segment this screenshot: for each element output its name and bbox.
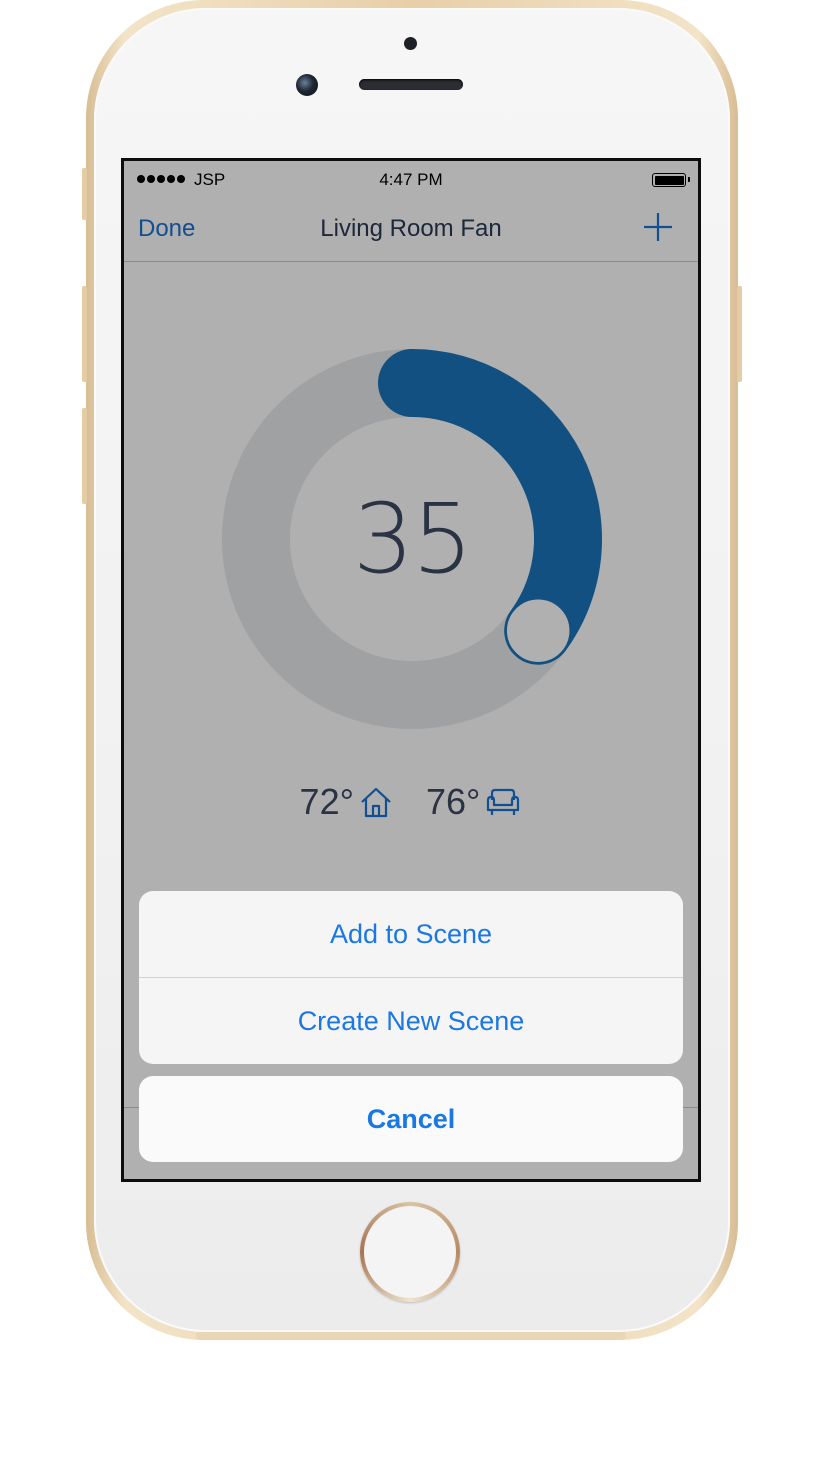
volume-down-button (82, 408, 87, 504)
front-camera (296, 74, 318, 96)
proximity-sensor (404, 37, 417, 50)
home-button[interactable] (360, 1202, 460, 1302)
add-to-scene-button[interactable]: Add to Scene (139, 891, 683, 977)
bottom-edge (196, 1332, 626, 1340)
screen: JSP 4:47 PM Done Living Room Fan 35 72° … (124, 161, 698, 1179)
volume-up-button (82, 286, 87, 382)
create-new-scene-button[interactable]: Create New Scene (139, 978, 683, 1064)
cancel-button[interactable]: Cancel (139, 1076, 683, 1162)
power-button (737, 286, 742, 382)
earpiece-speaker (359, 79, 463, 90)
cancel-group: Cancel (139, 1076, 683, 1162)
action-sheet: Add to Scene Create New Scene (139, 891, 683, 1064)
mute-switch (82, 168, 87, 220)
screen-bezel: JSP 4:47 PM Done Living Room Fan 35 72° … (121, 158, 701, 1182)
